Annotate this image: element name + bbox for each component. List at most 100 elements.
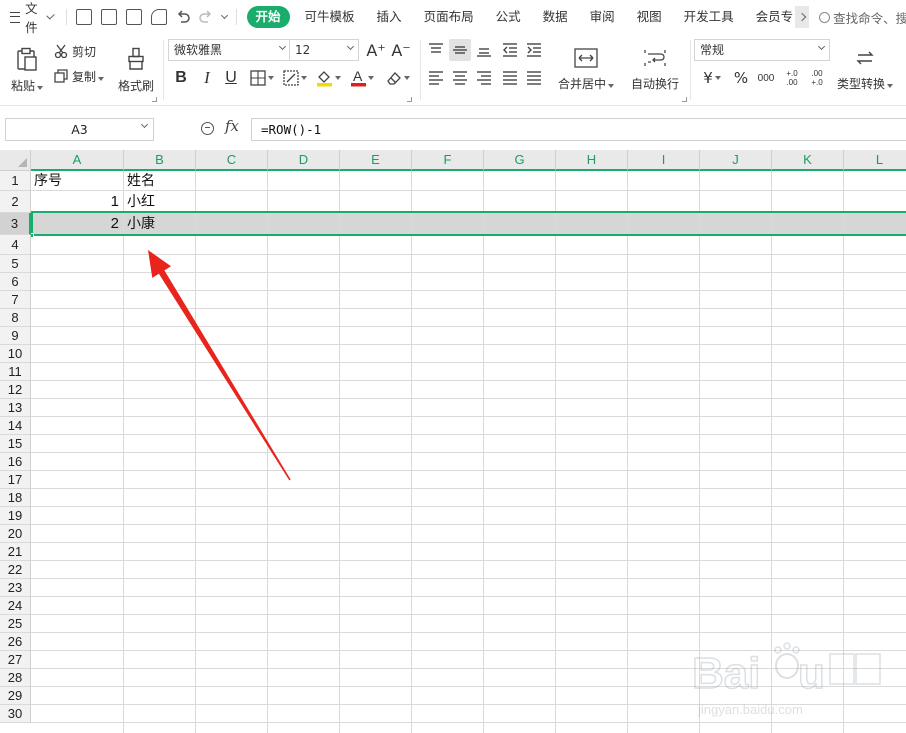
zoom-out-icon[interactable] bbox=[201, 122, 214, 135]
align-middle-button[interactable] bbox=[449, 39, 471, 61]
row-header-11[interactable]: 11 bbox=[0, 363, 31, 381]
export-pdf-icon[interactable] bbox=[100, 9, 117, 25]
borders-button[interactable] bbox=[248, 67, 276, 89]
name-box[interactable]: A3 bbox=[5, 118, 154, 141]
decrease-decimal-button[interactable]: .00 +.0 bbox=[806, 66, 828, 90]
row-header-29[interactable]: 29 bbox=[0, 687, 31, 705]
print-icon[interactable] bbox=[125, 9, 142, 25]
fill-color-button[interactable] bbox=[314, 67, 342, 89]
formula-input[interactable]: =ROW()-1 bbox=[251, 118, 906, 141]
column-header-a[interactable]: A bbox=[31, 150, 124, 171]
cell-b2[interactable]: 小红 bbox=[127, 191, 191, 213]
row-header-24[interactable]: 24 bbox=[0, 597, 31, 615]
tab-home[interactable]: 开始 bbox=[246, 6, 290, 28]
row-header-6[interactable]: 6 bbox=[0, 273, 31, 291]
tab-insert[interactable]: 插入 bbox=[366, 6, 413, 28]
command-search[interactable]: 查找命令、搜 bbox=[819, 8, 906, 27]
tab-templates[interactable]: 可牛模板 bbox=[294, 6, 366, 28]
column-header-h[interactable]: H bbox=[556, 150, 628, 171]
wrap-text-button[interactable]: 自动换行 bbox=[625, 40, 685, 100]
column-header-i[interactable]: I bbox=[628, 150, 700, 171]
row-header-22[interactable]: 22 bbox=[0, 561, 31, 579]
row-header-2[interactable]: 2 bbox=[0, 191, 31, 213]
align-top-button[interactable] bbox=[425, 39, 447, 61]
number-format-select[interactable]: 常规 bbox=[694, 39, 830, 61]
column-header-f[interactable]: F bbox=[412, 150, 484, 171]
row-header-15[interactable]: 15 bbox=[0, 435, 31, 453]
redo-icon[interactable] bbox=[198, 10, 213, 24]
decrease-font-size-button[interactable]: A⁻ bbox=[391, 39, 410, 61]
bold-button[interactable]: B bbox=[172, 67, 190, 89]
cell-b3[interactable]: 小康 bbox=[127, 213, 191, 235]
clipboard-dialog-launcher[interactable] bbox=[152, 97, 157, 102]
row-header-25[interactable]: 25 bbox=[0, 615, 31, 633]
row-header-16[interactable]: 16 bbox=[0, 453, 31, 471]
customize-toolbar-icon[interactable] bbox=[220, 11, 228, 19]
tab-developer[interactable]: 开发工具 bbox=[673, 6, 745, 28]
more-tabs-button[interactable] bbox=[795, 6, 810, 28]
row-header-4[interactable]: 4 bbox=[0, 235, 31, 255]
column-header-g[interactable]: G bbox=[484, 150, 556, 171]
row-header-30[interactable]: 30 bbox=[0, 705, 31, 723]
increase-decimal-button[interactable]: +.0 .00 bbox=[781, 66, 803, 90]
row-header-8[interactable]: 8 bbox=[0, 309, 31, 327]
row-header-28[interactable]: 28 bbox=[0, 669, 31, 687]
clear-format-button[interactable] bbox=[384, 67, 412, 89]
file-menu[interactable]: 文件 bbox=[0, 0, 56, 35]
thousands-separator-button[interactable]: 000 bbox=[755, 67, 777, 89]
insert-function-button[interactable]: fx bbox=[225, 117, 239, 135]
font-size-select[interactable]: 12 bbox=[289, 39, 359, 61]
row-header-14[interactable]: 14 bbox=[0, 417, 31, 435]
row-header-18[interactable]: 18 bbox=[0, 489, 31, 507]
print-preview-icon[interactable] bbox=[150, 9, 167, 25]
row-header-13[interactable]: 13 bbox=[0, 399, 31, 417]
row-header-26[interactable]: 26 bbox=[0, 633, 31, 651]
font-name-select[interactable]: 微软雅黑 bbox=[168, 39, 290, 61]
row-header-27[interactable]: 27 bbox=[0, 651, 31, 669]
tab-review[interactable]: 审阅 bbox=[579, 6, 626, 28]
column-header-j[interactable]: J bbox=[700, 150, 772, 171]
tab-page-layout[interactable]: 页面布局 bbox=[413, 6, 485, 28]
decrease-indent-button[interactable] bbox=[499, 39, 521, 61]
type-convert-button[interactable]: 类型转换 bbox=[833, 40, 897, 100]
row-header-23[interactable]: 23 bbox=[0, 579, 31, 597]
increase-indent-button[interactable] bbox=[523, 39, 545, 61]
row-header-5[interactable]: 5 bbox=[0, 255, 31, 273]
row-header-3[interactable]: 3 bbox=[0, 213, 31, 235]
cell-a3[interactable]: 2 bbox=[34, 213, 119, 235]
currency-button[interactable]: ¥ bbox=[697, 67, 727, 89]
cell-b1[interactable]: 姓名 bbox=[127, 171, 191, 191]
row-header-17[interactable]: 17 bbox=[0, 471, 31, 489]
align-center-button[interactable] bbox=[449, 67, 471, 89]
cell-a1[interactable]: 序号 bbox=[34, 171, 119, 191]
tab-view[interactable]: 视图 bbox=[626, 6, 673, 28]
cell-area[interactable]: 序号 姓名 1 小红 2 小康 bbox=[31, 171, 906, 733]
row-header-20[interactable]: 20 bbox=[0, 525, 31, 543]
alignment-dialog-launcher[interactable] bbox=[682, 97, 687, 102]
font-dialog-launcher[interactable] bbox=[407, 97, 412, 102]
column-header-d[interactable]: D bbox=[268, 150, 340, 171]
row-header-1[interactable]: 1 bbox=[0, 171, 31, 191]
merge-center-button[interactable]: 合并居中 bbox=[556, 40, 616, 100]
column-header-c[interactable]: C bbox=[196, 150, 268, 171]
row-header-21[interactable]: 21 bbox=[0, 543, 31, 561]
paste-button[interactable]: 粘贴 bbox=[10, 40, 44, 100]
column-header-e[interactable]: E bbox=[340, 150, 412, 171]
row-header-12[interactable]: 12 bbox=[0, 381, 31, 399]
copy-button[interactable]: 复制 bbox=[54, 67, 105, 85]
save-icon[interactable] bbox=[75, 9, 92, 25]
align-bottom-button[interactable] bbox=[473, 39, 495, 61]
tab-member[interactable]: 会员专 bbox=[745, 6, 802, 28]
increase-font-size-button[interactable]: A⁺ bbox=[366, 39, 385, 61]
font-color-button[interactable]: A bbox=[349, 67, 375, 89]
row-header-7[interactable]: 7 bbox=[0, 291, 31, 309]
cell-style-button[interactable] bbox=[281, 67, 309, 89]
row-header-10[interactable]: 10 bbox=[0, 345, 31, 363]
justify-button[interactable] bbox=[499, 67, 521, 89]
undo-icon[interactable] bbox=[176, 10, 190, 24]
cell-a2[interactable]: 1 bbox=[34, 191, 119, 213]
format-painter-button[interactable]: 格式刷 bbox=[116, 40, 156, 100]
row-header-9[interactable]: 9 bbox=[0, 327, 31, 345]
distributed-button[interactable] bbox=[523, 67, 545, 89]
percent-button[interactable]: % bbox=[731, 67, 751, 89]
